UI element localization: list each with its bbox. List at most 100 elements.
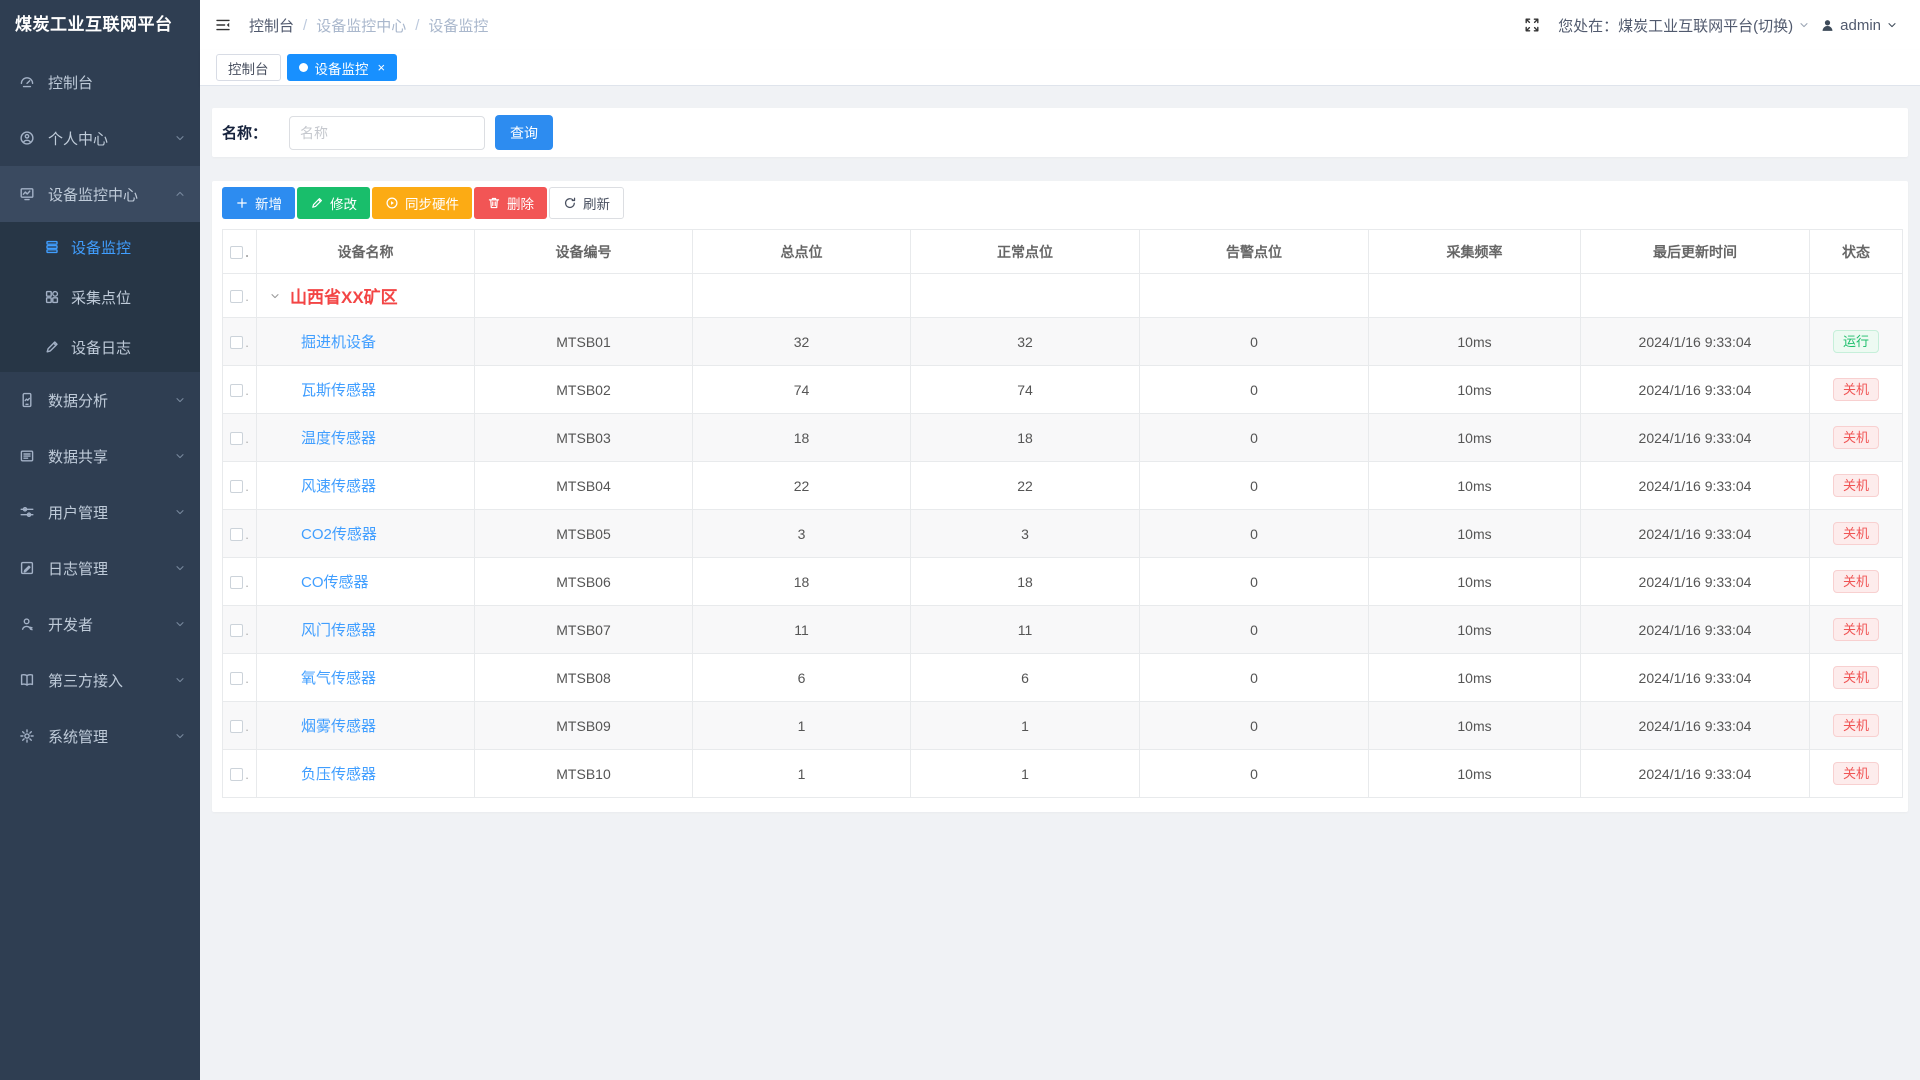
plus-icon [235, 196, 249, 210]
breadcrumb-item-1[interactable]: 设备监控中心 [316, 15, 406, 36]
toolbar-button-0[interactable]: 新增 [222, 187, 295, 219]
device-alarm-cell: 0 [1140, 366, 1369, 414]
chevron-down-icon [174, 618, 186, 630]
device-total-cell: 1 [693, 750, 911, 798]
close-icon[interactable]: × [378, 61, 386, 74]
row-select-cell: . [223, 462, 257, 510]
sidebar-item-9[interactable]: 日志管理 [0, 540, 200, 596]
breadcrumb-separator: / [303, 17, 307, 34]
main-area: 控制台/设备监控中心/设备监控 您处在：煤炭工业互联网平台(切换) admin … [200, 0, 1920, 1080]
row-select-checkbox[interactable] [230, 624, 243, 637]
phone-chart-icon [19, 392, 35, 408]
sidebar-item-0[interactable]: 控制台 [0, 54, 200, 110]
tab-1[interactable]: 设备监控× [287, 54, 398, 81]
checkbox-dot: . [245, 431, 249, 446]
toolbar-button-label: 同步硬件 [405, 193, 459, 213]
column-header-1: 设备编号 [475, 230, 693, 274]
device-link[interactable]: CO2传感器 [301, 526, 377, 543]
row-select-checkbox[interactable] [230, 720, 243, 733]
row-select-checkbox[interactable] [230, 768, 243, 781]
tab-0[interactable]: 控制台 [216, 54, 281, 81]
sidebar-item-7[interactable]: 数据共享 [0, 428, 200, 484]
select-all-checkbox[interactable] [230, 246, 243, 259]
device-link[interactable]: 温度传感器 [301, 430, 376, 447]
name-filter-input[interactable] [289, 116, 485, 150]
device-normal-cell: 32 [911, 318, 1140, 366]
row-select-cell: . [223, 654, 257, 702]
device-code-cell: MTSB07 [475, 606, 693, 654]
device-link[interactable]: 风门传感器 [301, 622, 376, 639]
row-select-checkbox[interactable] [230, 576, 243, 589]
toolbar-button-4[interactable]: 刷新 [549, 187, 624, 219]
breadcrumb-item-0[interactable]: 控制台 [249, 15, 294, 36]
page-content: 名称： 查询 新增修改同步硬件删除刷新 .设备名称设备编号总点位正常点位告警点位… [200, 86, 1920, 1080]
sidebar-item-1[interactable]: 个人中心 [0, 110, 200, 166]
toolbar-button-2[interactable]: 同步硬件 [372, 187, 472, 219]
row-select-checkbox[interactable] [230, 480, 243, 493]
device-freq-cell: 10ms [1369, 654, 1581, 702]
row-select-checkbox[interactable] [230, 432, 243, 445]
device-total-cell: 3 [693, 510, 911, 558]
device-link[interactable]: CO传感器 [301, 574, 369, 591]
group-name: 山西省XX矿区 [290, 288, 398, 307]
device-link[interactable]: 掘进机设备 [301, 334, 376, 351]
device-updated-cell: 2024/1/16 9:33:04 [1581, 606, 1810, 654]
checkbox-dot: . [245, 335, 249, 350]
fullscreen-icon[interactable] [1524, 17, 1540, 33]
sliders-icon [19, 504, 35, 520]
checkbox-dot: . [245, 767, 249, 782]
user-menu[interactable]: admin [1820, 17, 1898, 34]
table-row: .CO2传感器MTSB0533010ms2024/1/16 9:33:04关机 [223, 510, 1903, 558]
sidebar-item-8[interactable]: 用户管理 [0, 484, 200, 540]
device-link[interactable]: 负压传感器 [301, 766, 376, 783]
pencil-icon [310, 196, 324, 210]
group-empty-cell [1369, 274, 1581, 318]
device-code-cell: MTSB09 [475, 702, 693, 750]
row-select-checkbox[interactable] [230, 336, 243, 349]
sidebar-item-5[interactable]: 设备日志 [0, 322, 200, 372]
device-alarm-cell: 0 [1140, 462, 1369, 510]
sidebar-item-11[interactable]: 第三方接入 [0, 652, 200, 708]
device-link[interactable]: 氧气传感器 [301, 670, 376, 687]
sidebar-item-2[interactable]: 设备监控中心 [0, 166, 200, 222]
device-status-cell: 关机 [1810, 654, 1903, 702]
device-name-cell: 风速传感器 [257, 462, 475, 510]
checkbox-dot: . [245, 671, 249, 686]
sidebar-item-10[interactable]: 开发者 [0, 596, 200, 652]
sidebar-item-label: 开发者 [48, 614, 93, 635]
row-select-checkbox[interactable] [230, 672, 243, 685]
row-select-checkbox[interactable] [230, 290, 243, 303]
sidebar-item-4[interactable]: 采集点位 [0, 272, 200, 322]
app-logo: 煤炭工业互联网平台 [0, 0, 200, 50]
device-link[interactable]: 烟雾传感器 [301, 718, 376, 735]
chevron-down-icon[interactable] [269, 290, 281, 302]
sidebar-item-label: 设备监控 [71, 237, 131, 258]
device-freq-cell: 10ms [1369, 366, 1581, 414]
app-root: 煤炭工业互联网平台 控制台个人中心设备监控中心设备监控采集点位设备日志数据分析数… [0, 0, 1920, 1080]
sidebar-item-12[interactable]: 系统管理 [0, 708, 200, 764]
row-select-checkbox[interactable] [230, 384, 243, 397]
column-header-0: 设备名称 [257, 230, 475, 274]
device-name-cell: 温度传感器 [257, 414, 475, 462]
device-link[interactable]: 风速传感器 [301, 478, 376, 495]
sidebar-item-6[interactable]: 数据分析 [0, 372, 200, 428]
device-freq-cell: 10ms [1369, 414, 1581, 462]
sidebar-item-3[interactable]: 设备监控 [0, 222, 200, 272]
device-normal-cell: 6 [911, 654, 1140, 702]
chevron-down-icon [174, 730, 186, 742]
sidebar-collapse-icon[interactable] [215, 17, 231, 33]
chevron-down-icon [174, 394, 186, 406]
search-button[interactable]: 查询 [495, 115, 553, 150]
device-name-cell: 风门传感器 [257, 606, 475, 654]
breadcrumb: 控制台/设备监控中心/设备监控 [249, 15, 488, 36]
toolbar-button-3[interactable]: 删除 [474, 187, 547, 219]
row-select-checkbox[interactable] [230, 528, 243, 541]
table-row: .掘进机设备MTSB013232010ms2024/1/16 9:33:04运行 [223, 318, 1903, 366]
device-link[interactable]: 瓦斯传感器 [301, 382, 376, 399]
platform-switcher[interactable]: 您处在：煤炭工业互联网平台(切换) [1558, 15, 1810, 36]
breadcrumb-item-2[interactable]: 设备监控 [428, 15, 488, 36]
grid-icon [44, 289, 60, 305]
toolbar-button-1[interactable]: 修改 [297, 187, 370, 219]
device-name-cell: 氧气传感器 [257, 654, 475, 702]
device-normal-cell: 1 [911, 750, 1140, 798]
